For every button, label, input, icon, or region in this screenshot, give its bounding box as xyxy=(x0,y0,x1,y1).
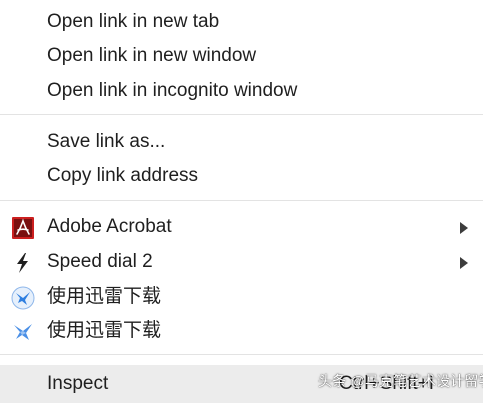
menu-item-open-new-window[interactable]: Open link in new window xyxy=(0,39,483,73)
thunder-bird-icon xyxy=(11,286,35,310)
menu-item-label: 使用迅雷下载 xyxy=(47,286,162,307)
menu-item-label: Inspect xyxy=(47,373,109,394)
menu-item-open-incognito[interactable]: Open link in incognito window xyxy=(0,74,483,108)
menu-item-thunder-download-1[interactable]: 使用迅雷下载 xyxy=(0,280,483,314)
menu-item-label: Adobe Acrobat xyxy=(47,216,172,237)
menu-separator xyxy=(0,200,483,201)
submenu-arrow-icon xyxy=(460,257,468,269)
menu-separator xyxy=(0,354,483,355)
menu-item-copy-link-address[interactable]: Copy link address xyxy=(0,159,483,193)
thunder-bird-icon xyxy=(11,320,35,344)
menu-item-label: Speed dial 2 xyxy=(47,251,153,272)
adobe-acrobat-icon xyxy=(11,216,35,240)
menu-separator xyxy=(0,114,483,115)
lightning-bolt-icon xyxy=(11,251,35,275)
menu-item-speed-dial-2[interactable]: Speed dial 2 xyxy=(0,245,483,279)
menu-item-open-new-tab[interactable]: Open link in new tab xyxy=(0,5,483,39)
menu-item-label: Open link in incognito window xyxy=(47,80,298,101)
menu-item-thunder-download-2[interactable]: 使用迅雷下载 xyxy=(0,314,483,348)
menu-item-save-link-as[interactable]: Save link as... xyxy=(0,125,483,159)
watermark-text: 头条 @马克笔艺术设计留学 xyxy=(318,373,483,389)
menu-item-label: Copy link address xyxy=(47,165,199,186)
submenu-arrow-icon xyxy=(460,222,468,234)
context-menu: Open link in new tab Open link in new wi… xyxy=(0,0,483,403)
menu-item-adobe-acrobat[interactable]: Adobe Acrobat xyxy=(0,210,483,244)
menu-item-label: 使用迅雷下载 xyxy=(47,320,162,341)
menu-item-label: Open link in new window xyxy=(47,45,257,66)
menu-item-label: Save link as... xyxy=(47,131,166,152)
menu-item-label: Open link in new tab xyxy=(47,11,220,32)
